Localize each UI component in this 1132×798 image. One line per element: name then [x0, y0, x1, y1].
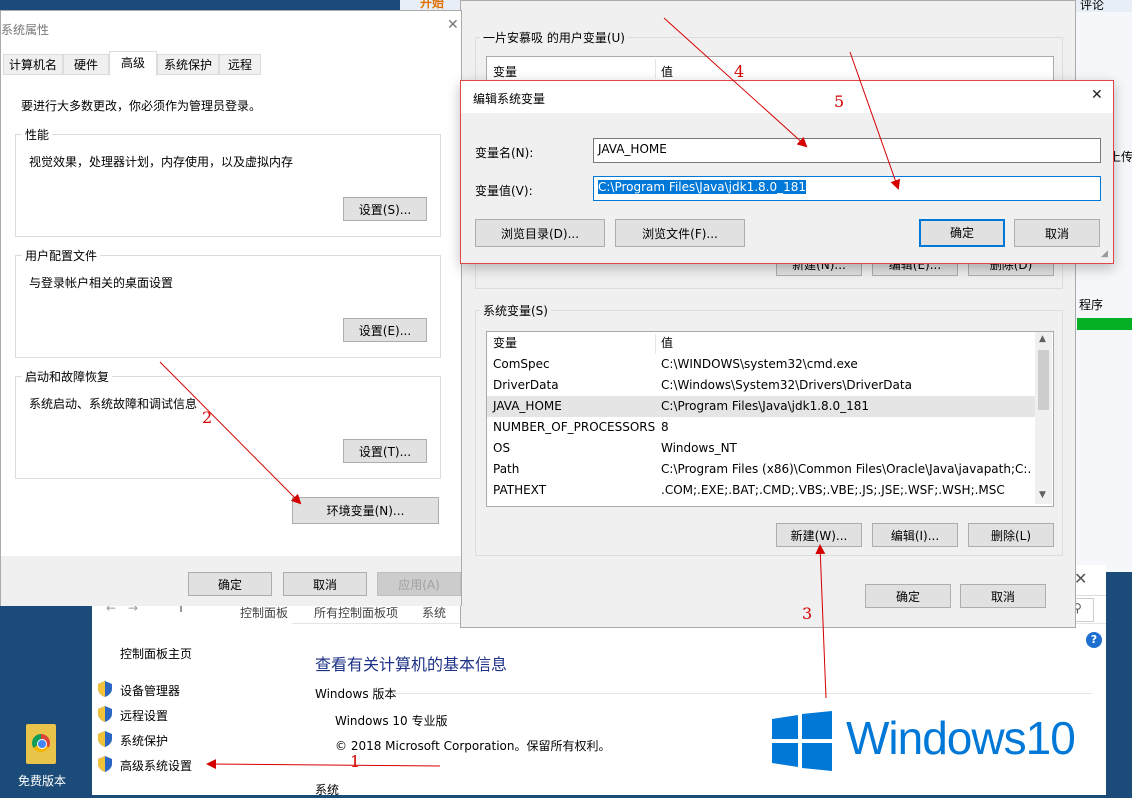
tab-advanced[interactable]: 高级	[109, 51, 157, 76]
annotation-label-4: 4	[734, 62, 745, 81]
annotation-arrow-3	[815, 544, 827, 699]
annotation-arrow-5	[849, 51, 901, 190]
annotation-label-5: 5	[834, 92, 845, 111]
annotation-arrow-2	[159, 361, 302, 505]
annotation-arrows	[159, 17, 901, 770]
annotation-label-2: 2	[202, 408, 213, 427]
annotation-label-3: 3	[802, 604, 813, 623]
annotation-arrow-4	[663, 17, 808, 148]
annotation-arrow-1	[206, 759, 441, 770]
annotation-label-1: 1	[350, 752, 361, 771]
